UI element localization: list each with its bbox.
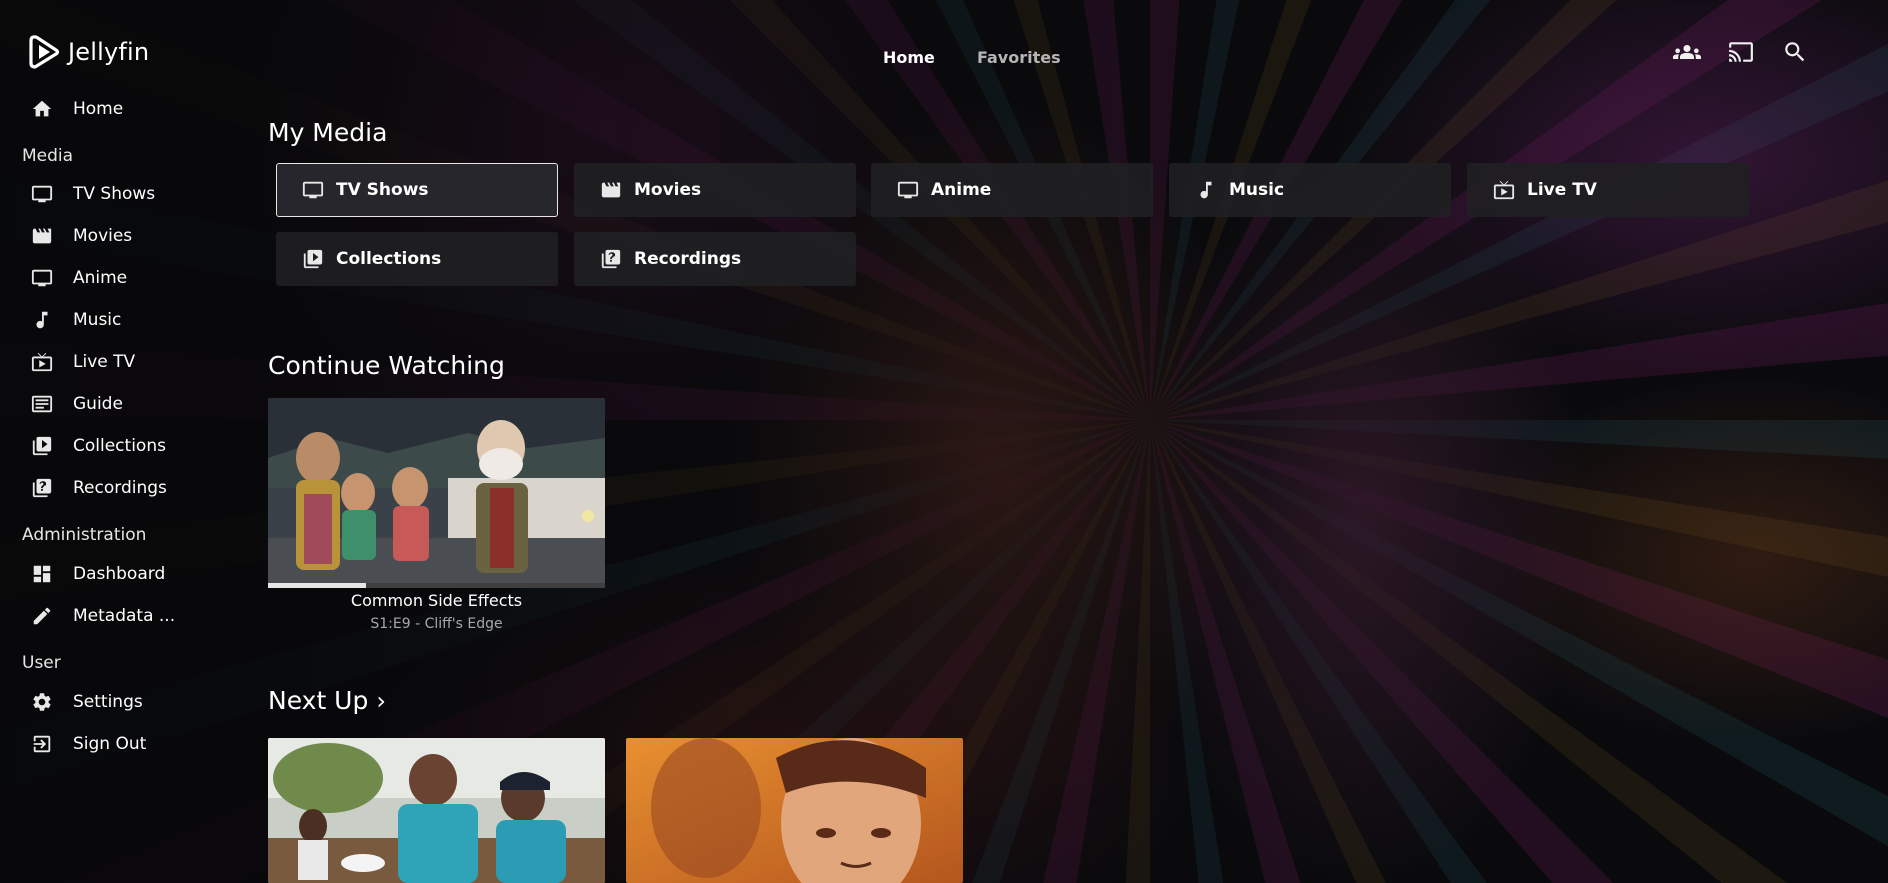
sidebar-item-dashboard[interactable]: Dashboard: [22, 556, 242, 592]
media-tile-collections[interactable]: Collections: [276, 232, 558, 286]
gear-icon: [22, 690, 62, 714]
next-up-thumbnail: [626, 738, 963, 883]
sidebar-section-administration: Administration: [22, 525, 147, 545]
media-tile-recordings[interactable]: Recordings: [574, 232, 856, 286]
sidebar-section-user: User: [22, 653, 61, 673]
section-title-next-up[interactable]: Next Up ›: [268, 686, 386, 715]
sidebar-item-label: Anime: [73, 268, 128, 288]
sidebar-item-label: Recordings: [73, 478, 167, 498]
sidebar-item-live-tv[interactable]: Live TV: [22, 344, 242, 380]
next-up-card[interactable]: [268, 738, 605, 883]
sidebar-item-label: TV Shows: [73, 184, 156, 204]
next-up-label: Next Up: [268, 686, 369, 715]
sidebar-item-metadata[interactable]: Metadata ...: [22, 598, 242, 634]
sidebar-item-label: Movies: [73, 226, 133, 246]
tv-icon: [897, 179, 919, 201]
sidebar: Jellyfin Home Media TV Shows Movies Anim…: [0, 0, 250, 883]
music-note-icon: [1195, 179, 1217, 201]
users-icon[interactable]: [1671, 38, 1703, 66]
music-note-icon: [22, 308, 62, 332]
media-tile-label: Music: [1229, 180, 1285, 200]
media-tile-live-tv[interactable]: Live TV: [1467, 163, 1749, 217]
media-tile-anime[interactable]: Anime: [871, 163, 1153, 217]
sidebar-item-label: Guide: [73, 394, 123, 414]
movie-icon: [600, 179, 622, 201]
app-logo[interactable]: Jellyfin: [28, 34, 149, 70]
movie-icon: [22, 224, 62, 248]
collections-icon: [22, 434, 62, 458]
pencil-icon: [22, 604, 62, 628]
tab-favorites[interactable]: Favorites: [977, 48, 1061, 67]
section-title-my-media: My Media: [268, 118, 388, 147]
media-tile-label: Live TV: [1527, 180, 1597, 200]
sidebar-item-collections[interactable]: Collections: [22, 428, 242, 464]
sidebar-item-sign-out[interactable]: Sign Out: [22, 726, 242, 762]
sidebar-item-guide[interactable]: Guide: [22, 386, 242, 422]
sign-out-icon: [22, 732, 62, 756]
sidebar-item-label: Settings: [73, 692, 143, 712]
guide-icon: [22, 392, 62, 416]
search-icon[interactable]: [1779, 38, 1811, 66]
progress-bar: [268, 583, 366, 588]
sidebar-item-label: Metadata ...: [73, 606, 176, 626]
section-title-continue-watching: Continue Watching: [268, 351, 505, 380]
next-up-card[interactable]: [626, 738, 963, 883]
next-up-thumbnail: [268, 738, 605, 883]
app-name: Jellyfin: [68, 38, 150, 66]
sidebar-item-music[interactable]: Music: [22, 302, 242, 338]
media-tile-label: Collections: [336, 249, 442, 269]
sidebar-item-label: Collections: [73, 436, 166, 456]
home-icon: [22, 97, 62, 121]
sidebar-item-label: Dashboard: [73, 564, 166, 584]
live-tv-icon: [22, 350, 62, 374]
sidebar-item-label: Music: [73, 310, 122, 330]
sidebar-item-home[interactable]: Home: [22, 91, 242, 127]
sidebar-item-movies[interactable]: Movies: [22, 218, 242, 254]
sidebar-item-label: Live TV: [73, 352, 136, 372]
sidebar-section-media: Media: [22, 146, 74, 166]
sidebar-item-label: Sign Out: [73, 734, 147, 754]
live-tv-icon: [1493, 179, 1515, 201]
cast-icon[interactable]: [1725, 38, 1757, 66]
media-tile-tv-shows[interactable]: TV Shows: [276, 163, 558, 217]
media-tile-label: Recordings: [634, 249, 742, 269]
tv-icon: [302, 179, 324, 201]
episode-thumbnail: [268, 398, 605, 588]
tab-home[interactable]: Home: [883, 48, 935, 67]
dashboard-icon: [22, 562, 62, 586]
card-subtitle[interactable]: S1:E9 - Cliff's Edge: [268, 616, 605, 632]
media-tile-label: TV Shows: [336, 180, 429, 200]
media-tile-label: Movies: [634, 180, 702, 200]
sidebar-item-recordings[interactable]: Recordings: [22, 470, 242, 506]
card-title[interactable]: Common Side Effects: [268, 591, 605, 610]
sidebar-item-anime[interactable]: Anime: [22, 260, 242, 296]
progress-track: [268, 583, 605, 588]
sidebar-item-label: Home: [73, 99, 124, 119]
collections-icon: [302, 248, 324, 270]
chevron-right-icon: ›: [376, 687, 386, 715]
sidebar-item-settings[interactable]: Settings: [22, 684, 242, 720]
sidebar-item-tv-shows[interactable]: TV Shows: [22, 176, 242, 212]
media-tile-movies[interactable]: Movies: [574, 163, 856, 217]
jellyfin-logo-icon: [29, 35, 60, 69]
recordings-icon: [600, 248, 622, 270]
continue-watching-card[interactable]: [268, 398, 605, 588]
media-tile-music[interactable]: Music: [1169, 163, 1451, 217]
tv-icon: [22, 266, 62, 290]
recordings-icon: [22, 476, 62, 500]
tv-icon: [22, 182, 62, 206]
media-tile-label: Anime: [931, 180, 992, 200]
